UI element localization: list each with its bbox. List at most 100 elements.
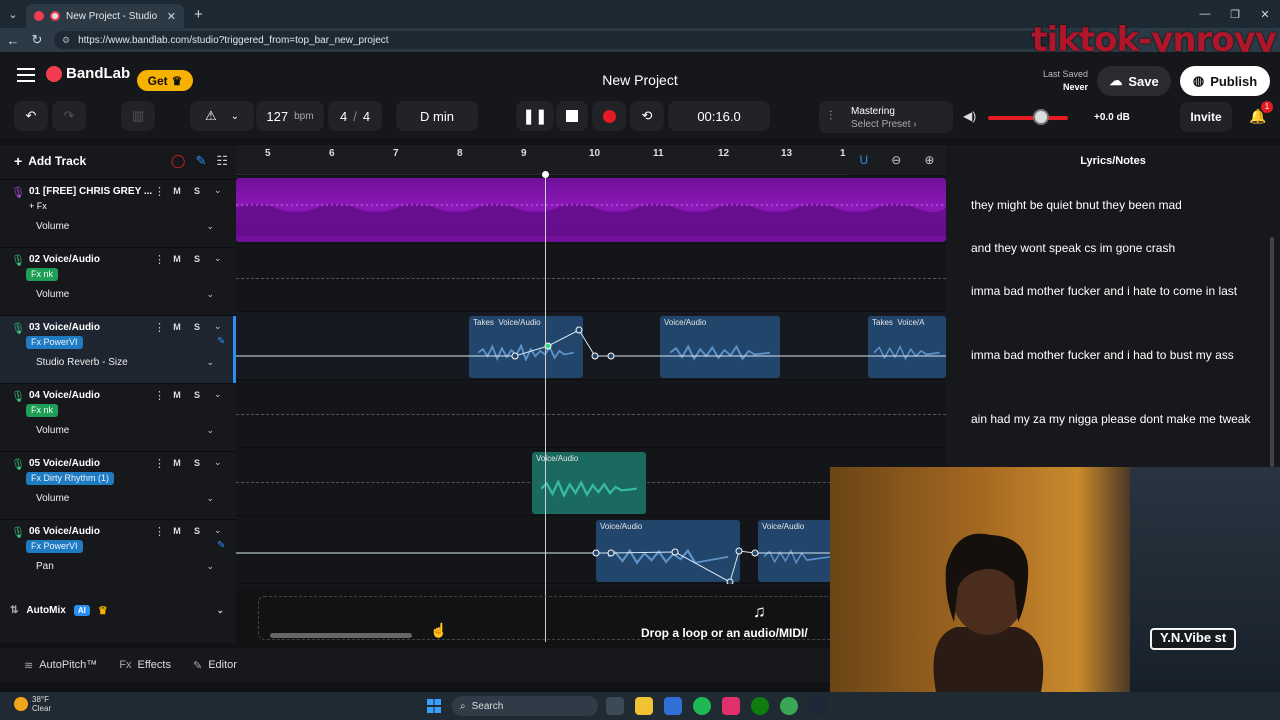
fx-pill[interactable]: Fx nk: [26, 268, 59, 281]
track-chevron-icon[interactable]: ⌄: [214, 525, 222, 536]
save-button[interactable]: ☁ Save: [1097, 66, 1171, 96]
track-header[interactable]: 🎙 02 Voice/Audio ⋮ M S ⌄ Fx nk Volume ⌄: [0, 247, 236, 315]
lyric-line[interactable]: and they wont speak cs im gone crash: [971, 238, 1251, 259]
track-header[interactable]: 🎙 04 Voice/Audio ⋮ M S ⌄ Fx nk Volume ⌄: [0, 383, 236, 451]
solo-button[interactable]: S: [188, 524, 206, 538]
maximize-icon[interactable]: ❐: [1220, 8, 1250, 21]
more-options-icon[interactable]: ⋮: [154, 389, 165, 402]
solo-button[interactable]: S: [188, 456, 206, 470]
automation-select[interactable]: Volume ⌄: [26, 216, 222, 236]
lane-1[interactable]: [236, 176, 946, 244]
taskbar-search[interactable]: ⌕ Search: [452, 696, 598, 716]
track-name[interactable]: 06 Voice/Audio: [29, 526, 100, 537]
zoom-in-icon[interactable]: ⊕: [924, 153, 934, 167]
mute-button[interactable]: M: [168, 388, 186, 402]
track-name[interactable]: 01 [FREE] CHRIS GREY ...: [29, 186, 152, 197]
solo-button[interactable]: S: [188, 252, 206, 266]
url-field[interactable]: ⚙ https://www.bandlab.com/studio?trigger…: [54, 31, 1050, 49]
automation-select[interactable]: Volume ⌄: [26, 488, 222, 508]
tab-list-chevron-icon[interactable]: ⌄: [0, 0, 26, 28]
pause-button[interactable]: ❚❚: [516, 101, 554, 131]
horizontal-scrollbar[interactable]: [270, 633, 412, 638]
more-options-icon[interactable]: ⋮: [154, 321, 165, 334]
beat-clip[interactable]: [236, 178, 946, 242]
lyric-line[interactable]: imma bad mother fucker and i hate to com…: [971, 281, 1251, 302]
more-options-icon[interactable]: ⋮: [154, 253, 165, 266]
solo-button[interactable]: S: [188, 320, 206, 334]
back-icon[interactable]: ←: [6, 33, 20, 48]
chrome-icon[interactable]: [780, 697, 798, 715]
track-name[interactable]: 04 Voice/Audio: [29, 390, 100, 401]
speaker-icon[interactable]: ◀): [963, 109, 976, 123]
mute-button[interactable]: M: [168, 252, 186, 266]
key-field[interactable]: D min: [396, 101, 478, 131]
track-header[interactable]: 🎙 03 Voice/Audio ⋮ M S ⌄ Fx PowerVI Studio Reve…: [0, 315, 236, 384]
lyrics-scrollbar[interactable]: [1270, 237, 1274, 467]
spotify-icon[interactable]: [693, 697, 711, 715]
store-icon[interactable]: [664, 697, 682, 715]
mute-button[interactable]: M: [168, 456, 186, 470]
track-name[interactable]: 03 Voice/Audio: [29, 322, 100, 333]
more-options-icon[interactable]: ⋮: [154, 185, 165, 198]
automix-chevron-icon[interactable]: ⌄: [216, 605, 224, 616]
fx-pill[interactable]: Fx PowerVI: [26, 336, 83, 349]
effects-button[interactable]: Fx Effects: [119, 659, 171, 671]
record-button[interactable]: [592, 101, 626, 131]
add-track-button[interactable]: + Add Track: [8, 153, 86, 169]
track-chevron-icon[interactable]: ⌄: [214, 389, 222, 400]
track-name[interactable]: 02 Voice/Audio: [29, 254, 100, 265]
fx-pill[interactable]: Fx Dirty Rhythm (1): [26, 472, 115, 485]
mute-button[interactable]: M: [168, 320, 186, 334]
stop-button[interactable]: [556, 101, 588, 131]
track-header[interactable]: 🎙 06 Voice/Audio ⋮ M S ⌄ Fx PowerVI Pan ⌄: [0, 519, 236, 587]
tab-close-icon[interactable]: ✕: [167, 10, 176, 23]
lane-3[interactable]: Takes Voice/Audio Voice/Audio Takes Voic…: [236, 312, 946, 380]
more-options-icon[interactable]: ⋮: [154, 457, 165, 470]
invite-button[interactable]: Invite: [1180, 102, 1232, 132]
project-title[interactable]: New Project: [540, 72, 740, 88]
automation-select[interactable]: Volume ⌄: [26, 420, 222, 440]
more-options-icon[interactable]: ⋮: [154, 525, 165, 538]
solo-button[interactable]: S: [188, 388, 206, 402]
lane-4[interactable]: [236, 380, 946, 448]
automation-pen-icon[interactable]: ✎: [217, 336, 225, 347]
keyboard-button[interactable]: ▥: [121, 101, 155, 131]
lane-2[interactable]: [236, 244, 946, 312]
playhead[interactable]: [545, 172, 546, 642]
lyric-line[interactable]: imma bad mother fucker and i had to bust…: [971, 345, 1251, 366]
mixer-icon[interactable]: ☷: [216, 153, 228, 169]
browser-tab[interactable]: New Project - Studio ✕: [26, 4, 184, 28]
solo-button[interactable]: S: [188, 184, 206, 198]
windows-start-icon[interactable]: [427, 699, 441, 713]
loop-button[interactable]: ⟲: [630, 101, 664, 131]
master-volume-slider[interactable]: [988, 116, 1068, 120]
mute-button[interactable]: M: [168, 184, 186, 198]
editor-button[interactable]: ✎ Editor: [193, 659, 237, 672]
fx-pill[interactable]: Fx nk: [26, 404, 59, 417]
publish-button[interactable]: ◍ Publish: [1180, 66, 1270, 96]
xbox-icon[interactable]: [751, 697, 769, 715]
track-chevron-icon[interactable]: ⌄: [214, 457, 222, 468]
steam-icon[interactable]: [809, 697, 827, 715]
metronome-button[interactable]: ⚠ ⌄: [190, 101, 254, 131]
automation-select[interactable]: Pan ⌄: [26, 556, 222, 576]
track-name[interactable]: 05 Voice/Audio: [29, 458, 100, 469]
mute-button[interactable]: M: [168, 524, 186, 538]
zoom-out-icon[interactable]: ⊖: [891, 153, 901, 167]
new-tab-icon[interactable]: +: [194, 6, 203, 23]
automation-select[interactable]: Studio Reverb - Size ⌄: [26, 352, 222, 372]
task-view-icon[interactable]: [606, 697, 624, 715]
time-signature-field[interactable]: 4 / 4: [328, 101, 382, 131]
track-chevron-icon[interactable]: ⌄: [214, 253, 222, 264]
automation-pen-icon[interactable]: ✎: [195, 153, 206, 169]
automix-row[interactable]: ⇅ AutoMix AI ♛ ⌄: [0, 597, 236, 623]
weather-widget[interactable]: 38°F Clear: [14, 695, 51, 713]
get-membership-button[interactable]: Get ♛: [137, 70, 193, 91]
metronome-chevron-icon[interactable]: ⌄: [231, 111, 239, 122]
track-chevron-icon[interactable]: ⌄: [214, 321, 222, 332]
lyric-line[interactable]: they might be quiet bnut they been mad: [971, 195, 1251, 216]
file-explorer-icon[interactable]: [635, 697, 653, 715]
mastering-button[interactable]: ⫶ Mastering Select Preset ›: [819, 101, 953, 133]
autopitch-button[interactable]: ≋ AutoPitch™: [24, 659, 97, 672]
snap-magnet-icon[interactable]: U: [860, 153, 869, 167]
